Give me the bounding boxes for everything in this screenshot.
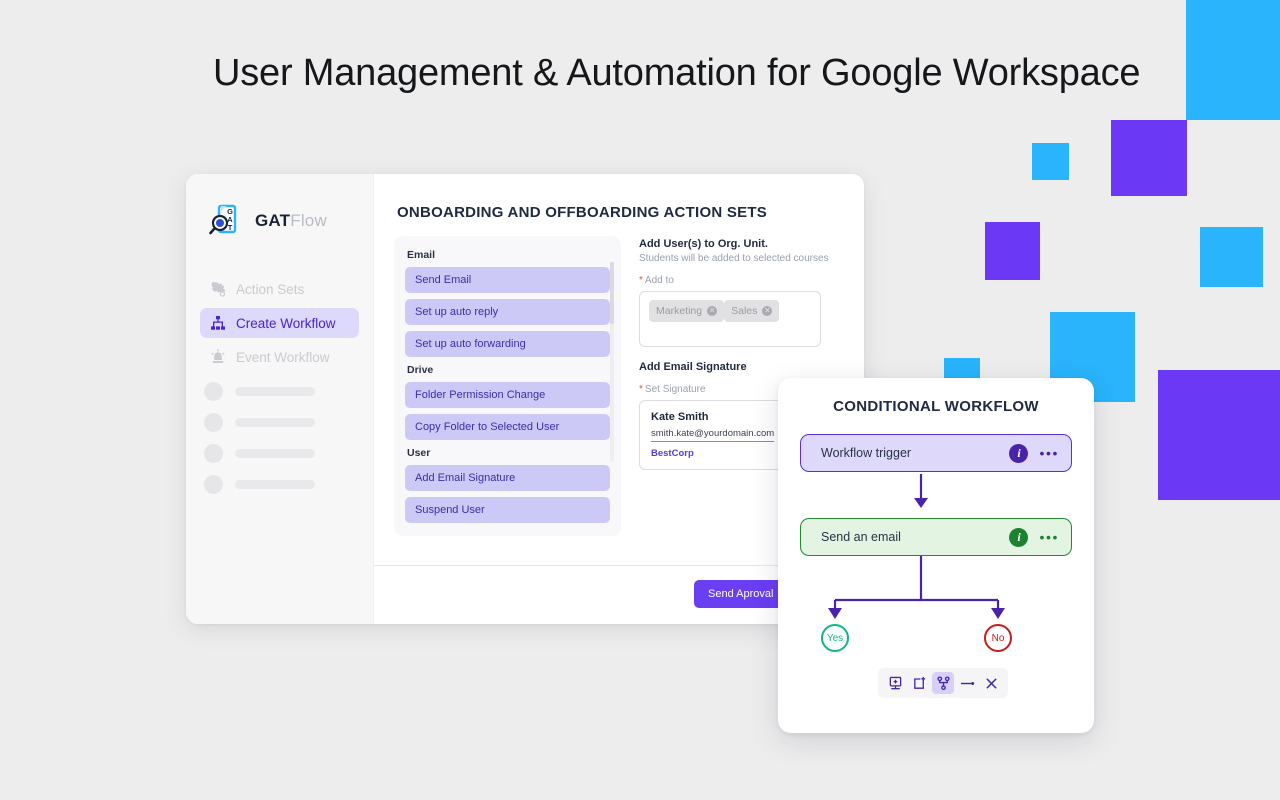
branch-no[interactable]: No (984, 624, 1012, 652)
action-chip[interactable]: Suspend User (405, 497, 610, 523)
sidebar-item-label: Event Workflow (236, 349, 330, 365)
remove-token-icon[interactable]: ✕ (762, 306, 773, 316)
org-unit-token[interactable]: Marketing ✕ (649, 300, 725, 322)
required-asterisk: * (639, 275, 643, 286)
branch-yes[interactable]: Yes (821, 624, 849, 652)
add-box-icon[interactable] (908, 672, 930, 694)
workflow-card-title: CONDITIONAL WORKFLOW (833, 398, 1039, 415)
workflow-diagram: Send an email i ••• Yes No (800, 472, 1072, 698)
action-chip[interactable]: Set up auto reply (405, 299, 610, 325)
token-label: Sales (731, 305, 758, 317)
workflow-node-trigger-label: Workflow trigger (821, 446, 912, 460)
org-unit-form-subtitle: Students will be added to selected cours… (639, 253, 829, 264)
sidebar-placeholder-row (204, 438, 359, 469)
sidebar-placeholder-row (204, 469, 359, 500)
purple-square-mid-left (985, 222, 1040, 280)
purple-square-upper-right (1111, 120, 1187, 196)
insert-node-icon[interactable] (884, 672, 906, 694)
placeholder-avatar (204, 413, 223, 432)
send-approval-button[interactable]: Send Aproval (694, 580, 788, 608)
app-window: G A T GATFlow Action Sets Create Workflow… (186, 174, 864, 624)
placeholder-bar (235, 418, 315, 427)
sidebar-nav: Action Sets Create Workflow Event Workflow (200, 274, 359, 372)
action-chip[interactable]: Copy Folder to Selected User (405, 414, 610, 440)
page-title: User Management & Automation for Google … (213, 52, 1141, 94)
token-list: Marketing ✕ Sales ✕ (649, 300, 811, 328)
placeholder-avatar (204, 444, 223, 463)
action-chip[interactable]: Add Email Signature (405, 465, 610, 491)
sidebar-placeholder-row (204, 407, 359, 438)
signature-email: smith.kate@yourdomain.com (651, 428, 775, 442)
action-group-list: Email Send Email Set up auto reply Set up a… (405, 249, 610, 523)
workflow-node-trigger[interactable]: Workflow trigger i ••• (800, 434, 1072, 472)
panel-scrollbar-thumb[interactable] (610, 262, 614, 324)
app-logo: G A T GATFlow (208, 202, 359, 240)
branch-icon[interactable] (932, 672, 954, 694)
more-options-icon[interactable]: ••• (1039, 530, 1059, 544)
placeholder-bar (235, 449, 315, 458)
org-unit-token-input[interactable]: Marketing ✕ Sales ✕ (639, 291, 821, 347)
placeholder-bar (235, 480, 315, 489)
purple-square-bottom-right (1158, 370, 1280, 500)
set-signature-label-text: Set Signature (644, 384, 706, 395)
add-to-label: * Add to (639, 275, 864, 286)
workflow-node-email[interactable]: Send an email i ••• (800, 518, 1072, 556)
org-unit-token[interactable]: Sales ✕ (724, 300, 780, 322)
required-asterisk: * (639, 384, 643, 395)
action-chip[interactable]: Folder Permission Change (405, 382, 610, 408)
sidebar-placeholder-row (204, 376, 359, 407)
panel-scrollbar[interactable] (610, 262, 614, 462)
action-group-label: User (407, 447, 431, 459)
sidebar-item-label: Create Workflow (236, 315, 336, 331)
org-unit-form-title: Add User(s) to Org. Unit. (639, 238, 768, 250)
blue-square-top-right (1186, 0, 1280, 120)
sidebar-item-action-sets[interactable]: Action Sets (200, 274, 359, 304)
placeholder-avatar (204, 382, 223, 401)
sidebar-item-create-workflow[interactable]: Create Workflow (200, 308, 359, 338)
sidebar-placeholder-list (200, 376, 359, 500)
section-title: ONBOARDING AND OFFBOARDING ACTION SETS (397, 204, 768, 221)
connector-icon[interactable] (956, 672, 978, 694)
blue-square-small-upper (1032, 143, 1069, 180)
logo-light-text: Flow (290, 211, 327, 230)
blue-square-mid-right (1200, 227, 1263, 287)
info-icon[interactable]: i (1009, 443, 1029, 463)
add-to-label-text: Add to (644, 275, 674, 286)
info-icon[interactable]: i (1009, 527, 1029, 547)
close-icon[interactable] (980, 672, 1002, 694)
action-sets-panel: Email Send Email Set up auto reply Set up a… (394, 236, 621, 536)
puzzle-gear-icon (210, 281, 226, 297)
logo-wordmark: GATFlow (255, 211, 327, 231)
placeholder-bar (235, 387, 315, 396)
workflow-toolbar (878, 668, 1008, 698)
sidebar: G A T GATFlow Action Sets Create Workflow… (186, 174, 374, 624)
workflow-node-email-label: Send an email (821, 530, 901, 544)
siren-icon (210, 349, 226, 365)
svg-text:T: T (228, 223, 233, 232)
more-options-icon[interactable]: ••• (1039, 446, 1059, 460)
gat-document-magnifier-icon: G A T (208, 202, 246, 240)
sidebar-item-label: Action Sets (236, 281, 305, 297)
action-group-label: Email (407, 249, 436, 261)
page-root: User Management & Automation for Google … (0, 0, 1280, 800)
sitemap-icon (210, 315, 226, 331)
remove-token-icon[interactable]: ✕ (707, 306, 718, 316)
action-chip[interactable]: Set up auto forwarding (405, 331, 610, 357)
sidebar-item-event-workflow[interactable]: Event Workflow (200, 342, 359, 372)
signature-form-title: Add Email Signature (639, 361, 747, 373)
placeholder-avatar (204, 475, 223, 494)
conditional-workflow-card: CONDITIONAL WORKFLOW Workflow trigger i … (778, 378, 1094, 733)
action-group-label: Drive (407, 364, 434, 376)
logo-bold-text: GAT (255, 211, 291, 230)
token-label: Marketing (656, 305, 703, 317)
action-chip[interactable]: Send Email (405, 267, 610, 293)
